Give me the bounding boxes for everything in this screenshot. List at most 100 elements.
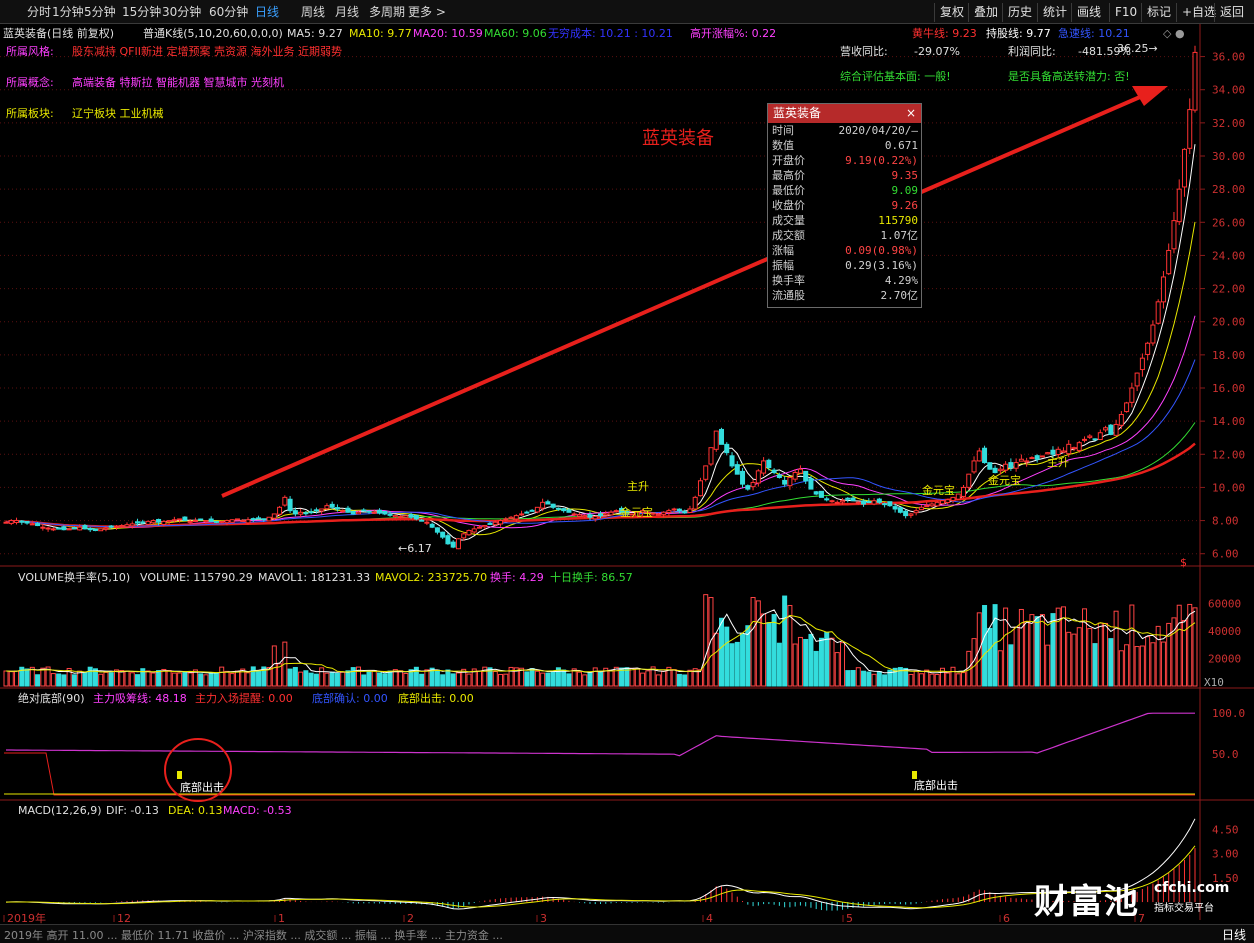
- period-10[interactable]: 更多 >: [408, 4, 446, 21]
- candle[interactable]: [887, 501, 893, 507]
- volume-bar: [14, 670, 20, 687]
- period-9[interactable]: 多周期: [369, 4, 405, 21]
- candle[interactable]: [719, 427, 725, 445]
- ma10-label: MA10: 9.77: [349, 27, 412, 40]
- volume-bar: [645, 670, 651, 687]
- popup-row-label: 收盘价: [772, 199, 805, 212]
- volume-bar: [1039, 614, 1045, 687]
- period-6[interactable]: 日线: [255, 4, 279, 21]
- toolbar-button-5[interactable]: F10: [1109, 3, 1137, 22]
- popup-row-label: 最高价: [772, 169, 805, 182]
- toolbar-button-7[interactable]: +自选: [1176, 3, 1216, 22]
- candle[interactable]: [466, 529, 472, 536]
- toolbar-button-3[interactable]: 统计: [1037, 3, 1067, 22]
- candle[interactable]: [1108, 423, 1114, 436]
- volume-bar: [387, 670, 393, 687]
- kline-indicator-label: 普通K线(5,10,20,60,0,0,0): [143, 26, 283, 40]
- candle[interactable]: [703, 465, 709, 482]
- candle[interactable]: [966, 473, 972, 491]
- period-5[interactable]: 60分钟: [209, 4, 248, 21]
- candle[interactable]: [818, 490, 824, 498]
- volume-bar: [813, 650, 819, 687]
- volume-bar: [350, 667, 356, 687]
- candle[interactable]: [277, 505, 283, 517]
- candle[interactable]: [982, 445, 988, 464]
- toolbar-button-8[interactable]: 返回: [1214, 3, 1244, 22]
- ma20-label: MA20: 10.59: [413, 27, 483, 40]
- volume-bar: [845, 670, 851, 687]
- candle[interactable]: [708, 447, 714, 467]
- period-0[interactable]: 分时: [27, 4, 51, 21]
- potential-text: 是否具备高送转潜力: 否!: [1008, 69, 1130, 83]
- popup-rows: 时间 2020/04/20/— 数值 0.671 开盘价 9.19(0.22%) 最高价 9.…: [768, 123, 921, 303]
- chart-title: 蓝英装备(日线 前复权): [3, 26, 114, 40]
- candle[interactable]: [1045, 451, 1051, 455]
- candle[interactable]: [234, 518, 240, 521]
- candle[interactable]: [229, 519, 235, 523]
- period-4[interactable]: 30分钟: [162, 4, 201, 21]
- candle[interactable]: [213, 520, 219, 524]
- candle[interactable]: [934, 500, 940, 507]
- candle[interactable]: [1092, 438, 1098, 441]
- period-8[interactable]: 月线: [335, 4, 359, 21]
- candle[interactable]: [939, 500, 945, 505]
- candle[interactable]: [92, 528, 98, 532]
- period-3[interactable]: 15分钟: [122, 4, 161, 21]
- volume-bar: [818, 637, 824, 687]
- volume-bar: [450, 673, 456, 687]
- candle[interactable]: [182, 516, 188, 522]
- volume-bar: [997, 650, 1003, 687]
- candle[interactable]: [98, 528, 104, 532]
- candle[interactable]: [145, 520, 151, 526]
- volume-bar: [145, 670, 151, 687]
- popup-row: 开盘价 9.19(0.22%): [768, 153, 921, 168]
- period-1[interactable]: 1分钟: [52, 4, 84, 21]
- candle[interactable]: [266, 516, 272, 522]
- candle[interactable]: [713, 430, 719, 452]
- candle[interactable]: [350, 510, 356, 515]
- popup-row: 最低价 9.09: [768, 183, 921, 198]
- candle[interactable]: [198, 518, 204, 521]
- toolbar-button-4[interactable]: 画线: [1071, 3, 1101, 22]
- period-2[interactable]: 5分钟: [84, 4, 116, 21]
- popup-row-label: 流通股: [772, 289, 805, 302]
- status-period[interactable]: 日线: [1222, 926, 1246, 943]
- volume-bar: [1139, 645, 1145, 687]
- price-tick: 10.00: [1212, 481, 1245, 494]
- candle[interactable]: [697, 477, 703, 497]
- volume-bar: [298, 671, 304, 687]
- volume-bar: [608, 669, 614, 687]
- volume-bar: [987, 627, 993, 687]
- volume-bar: [424, 669, 430, 687]
- toolbar-button-2[interactable]: 历史: [1002, 3, 1032, 22]
- volume-bar: [1134, 646, 1140, 687]
- mavol2-value: MAVOL2: 233725.70: [375, 571, 487, 584]
- candle[interactable]: [455, 538, 461, 550]
- price-tick: 18.00: [1212, 349, 1245, 362]
- toolbar-button-0[interactable]: 复权: [934, 3, 964, 22]
- toolbar-button-6[interactable]: 标记: [1141, 3, 1171, 22]
- macd-tick: 3.00: [1212, 848, 1239, 861]
- volume-bar: [345, 670, 351, 687]
- candle[interactable]: [955, 493, 961, 500]
- period-7[interactable]: 周线: [301, 4, 325, 21]
- candle[interactable]: [1039, 455, 1045, 458]
- candle[interactable]: [692, 495, 698, 510]
- candle[interactable]: [1192, 45, 1198, 113]
- kline-chart[interactable]: 6.008.0010.0012.0014.0016.0018.0020.0022…: [0, 24, 1254, 924]
- toolbar-button-1[interactable]: 叠加: [968, 3, 998, 22]
- candle[interactable]: [1124, 401, 1130, 413]
- candle[interactable]: [282, 495, 288, 507]
- candle[interactable]: [897, 506, 903, 514]
- volume-bar: [35, 674, 41, 687]
- candle[interactable]: [1155, 299, 1161, 325]
- volume-bar: [918, 673, 924, 687]
- volume-bar: [687, 669, 693, 687]
- candle[interactable]: [987, 462, 993, 470]
- volume-bar: [592, 667, 598, 687]
- candle[interactable]: [403, 515, 409, 518]
- volume-bar: [797, 636, 803, 687]
- candle[interactable]: [534, 506, 540, 514]
- volume-bar: [1124, 644, 1130, 687]
- close-icon[interactable]: ×: [906, 104, 916, 123]
